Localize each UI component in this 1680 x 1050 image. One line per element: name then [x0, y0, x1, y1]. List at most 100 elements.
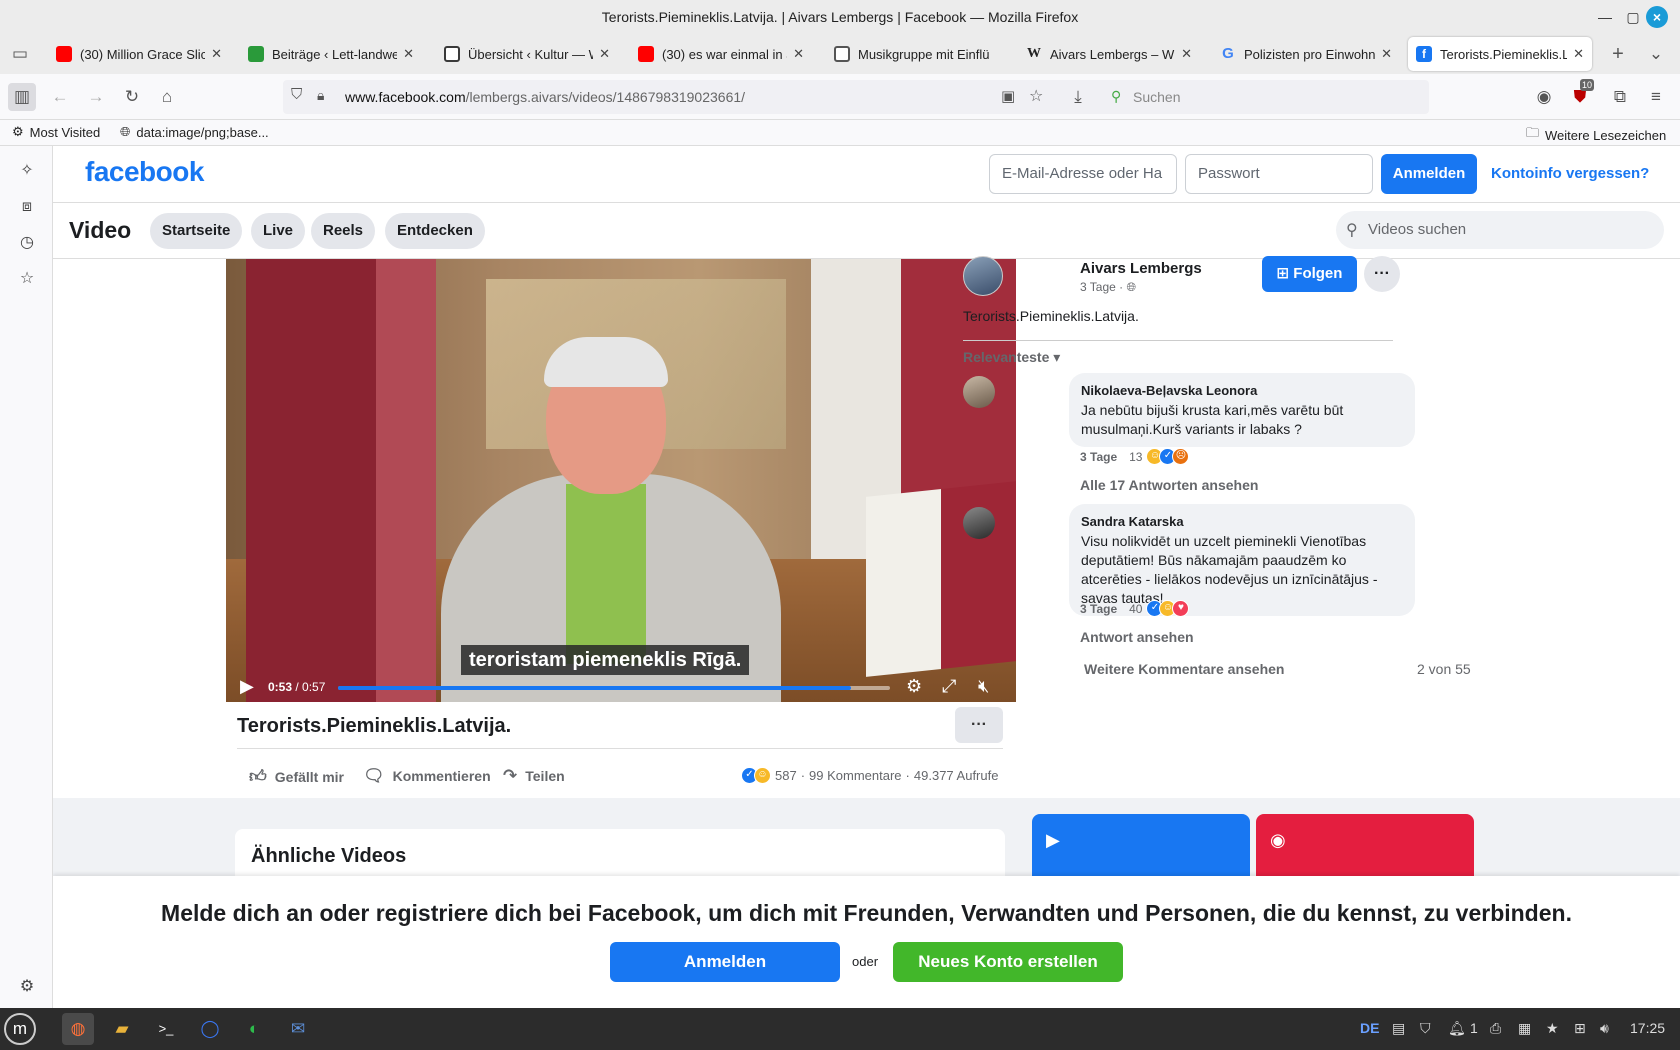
back-icon[interactable]: ← [46, 83, 74, 111]
reactions-count[interactable]: 587 [775, 768, 797, 783]
start-menu-icon[interactable]: m [4, 1013, 36, 1045]
post-more-button[interactable]: ··· [955, 707, 1003, 743]
tab-2[interactable]: Beiträge ‹ Lett-landwei ✕ [240, 37, 422, 71]
banner-login-button[interactable]: Anmelden [610, 942, 840, 982]
close-tab-icon[interactable]: ✕ [211, 46, 222, 62]
ublock-icon[interactable]: ⛊ 10 [1566, 79, 1595, 111]
tab-startseite[interactable]: Startseite [150, 213, 243, 249]
like-button[interactable]: 👍︎ Gefällt mir [249, 766, 344, 787]
clock[interactable]: 17:25 [1630, 1020, 1665, 1036]
close-window-icon[interactable]: × [1646, 6, 1668, 28]
comment-time[interactable]: 3 Tage [1080, 602, 1117, 616]
tab-reels[interactable]: Reels [311, 213, 376, 249]
maximize-icon[interactable]: ▢ [1622, 7, 1644, 27]
shield-icon[interactable]: ⛉ [291, 86, 302, 103]
view-replies-link[interactable]: Alle 17 Antworten ansehen [1080, 477, 1258, 493]
extensions-icon[interactable]: ⧉ [1606, 83, 1634, 111]
search-bar[interactable]: ⚲ Suchen [1101, 80, 1429, 114]
shield-tray-icon[interactable]: ⛉ [1420, 1020, 1431, 1037]
share-button[interactable]: ↷ Teilen [503, 766, 565, 786]
document-icon[interactable]: ▦ [1518, 1020, 1531, 1037]
bookmarks-icon[interactable]: ☆ [14, 266, 40, 292]
tab-1[interactable]: (30) Million Grace Slick ✕ [48, 37, 230, 71]
video-search-input[interactable]: ⚲ Videos suchen [1336, 211, 1664, 249]
home-icon[interactable]: ⌂ [153, 83, 181, 111]
close-tab-icon[interactable]: ✕ [403, 46, 414, 62]
commenter-name[interactable]: Sandra Katarska [1081, 512, 1403, 531]
commenter-avatar[interactable] [963, 507, 995, 539]
chat-app-icon[interactable]: ◐ [238, 1013, 270, 1045]
comment-button[interactable]: 🗨︎ Kommentieren [363, 766, 491, 786]
close-tab-icon[interactable]: ✕ [599, 46, 610, 62]
video-progress-bar[interactable] [338, 686, 890, 690]
tab-3[interactable]: Übersicht ‹ Kultur — W ✕ [436, 37, 618, 71]
clipboard-icon[interactable]: ▤ [1392, 1020, 1405, 1037]
tab-list-icon[interactable]: ⌄ [1642, 40, 1670, 68]
tab-7[interactable]: G Polizisten pro Einwohn ✕ [1212, 37, 1400, 71]
author-avatar[interactable] [963, 256, 1003, 296]
play-icon[interactable]: ▶ [240, 676, 254, 697]
fullscreen-icon[interactable]: ⤢ [942, 676, 956, 697]
printer-icon[interactable]: ⎙ [1490, 1020, 1501, 1037]
keyboard-layout[interactable]: DE [1360, 1020, 1379, 1036]
signal-icon[interactable]: ◯ [194, 1013, 226, 1045]
follow-button[interactable]: ⊞ Folgen [1262, 256, 1357, 292]
image-icon[interactable]: ▣ [1001, 87, 1015, 105]
tab-entdecken[interactable]: Entdecken [385, 213, 485, 249]
notification-icon[interactable]: 🔔︎ [1448, 1020, 1466, 1037]
settings-gear-icon[interactable]: ⚙ [906, 676, 922, 697]
mail-icon[interactable]: ✉ [282, 1013, 314, 1045]
ai-chat-icon[interactable]: ✧ [14, 158, 40, 184]
firefox-icon[interactable]: ◍ [62, 1013, 94, 1045]
other-bookmarks[interactable]: 🗀︎ Weitere Lesezeichen [1526, 124, 1666, 146]
minimize-icon[interactable]: — [1594, 7, 1616, 27]
facebook-logo[interactable]: facebook [85, 156, 204, 188]
close-tab-icon[interactable]: ✕ [1181, 46, 1192, 62]
menu-icon[interactable]: ≡ [1642, 83, 1670, 111]
url-text[interactable]: www.facebook.com/lembergs.aivars/videos/… [345, 89, 745, 105]
synced-tabs-icon[interactable]: ⧈ [14, 194, 40, 220]
author-name[interactable]: Aivars Lembergs [1080, 260, 1202, 277]
volume-icon[interactable]: 🔊︎ [1600, 1020, 1609, 1037]
comments-count[interactable]: 99 Kommentare [809, 768, 902, 783]
close-tab-icon[interactable]: ✕ [1381, 46, 1392, 62]
create-account-button[interactable]: Neues Konto erstellen [893, 942, 1123, 982]
password-field[interactable]: Passwort [1185, 154, 1373, 194]
video-player[interactable]: teroristam piemeneklis Rīgā. ▶ 0:53 / 0:… [226, 259, 1016, 702]
new-tab-icon[interactable]: + [1604, 40, 1632, 68]
forward-icon[interactable]: → [82, 83, 110, 111]
lock-icon[interactable]: 🔒︎ [317, 87, 324, 104]
network-icon[interactable]: ⊞ [1574, 1020, 1586, 1037]
comment-sort-dropdown[interactable]: Relevanteste ▾ [963, 349, 1060, 366]
forgot-account-link[interactable]: Kontoinfo vergessen? [1491, 165, 1649, 182]
commenter-avatar[interactable] [963, 376, 995, 408]
sidebar-settings-icon[interactable]: ⚙ [14, 974, 40, 1000]
author-more-button[interactable]: ··· [1364, 256, 1400, 292]
tab-live[interactable]: Live [251, 213, 306, 249]
bookmark-most-visited[interactable]: ⚙ Most Visited [12, 124, 100, 140]
close-tab-icon[interactable]: ✕ [793, 46, 804, 62]
view-replies-link[interactable]: Antwort ansehen [1080, 629, 1194, 645]
close-tab-icon[interactable]: ✕ [1573, 46, 1584, 62]
account-icon[interactable]: ◉ [1530, 83, 1558, 111]
tab-5[interactable]: Musikgruppe mit Einflü [826, 37, 1016, 71]
files-icon[interactable]: ▰ [106, 1013, 138, 1045]
more-comments-link[interactable]: Weitere Kommentare ansehen [1084, 661, 1284, 677]
muted-volume-icon[interactable]: 🔇︎ [978, 676, 989, 697]
tab-6[interactable]: W Aivars Lembergs – Wiki ✕ [1018, 37, 1200, 71]
commenter-name[interactable]: Nikolaeva-Beļavska Leonora [1081, 381, 1403, 400]
star-tray-icon[interactable]: ★ [1546, 1020, 1559, 1037]
reload-icon[interactable]: ↻ [118, 83, 146, 111]
terminal-icon[interactable]: >_ [150, 1013, 182, 1045]
bookmark-star-icon[interactable]: ☆ [1029, 86, 1043, 106]
tab-overview-icon[interactable]: ▭ [6, 40, 34, 68]
bookmark-data-image[interactable]: 🌐︎ data:image/png;base... [120, 124, 269, 140]
download-icon[interactable]: ⤓ [1064, 83, 1092, 111]
email-field[interactable]: E-Mail-Adresse oder Ha [989, 154, 1177, 194]
tab-4[interactable]: (30) es war einmal in ar ✕ [630, 37, 812, 71]
comment-time[interactable]: 3 Tage [1080, 450, 1117, 464]
history-icon[interactable]: ◷ [14, 230, 40, 256]
tab-8-active[interactable]: f Terorists.Pieminеklis.La ✕ [1408, 37, 1592, 71]
login-button[interactable]: Anmelden [1381, 154, 1477, 194]
sidebar-toggle-icon[interactable]: ▥ [8, 83, 36, 111]
